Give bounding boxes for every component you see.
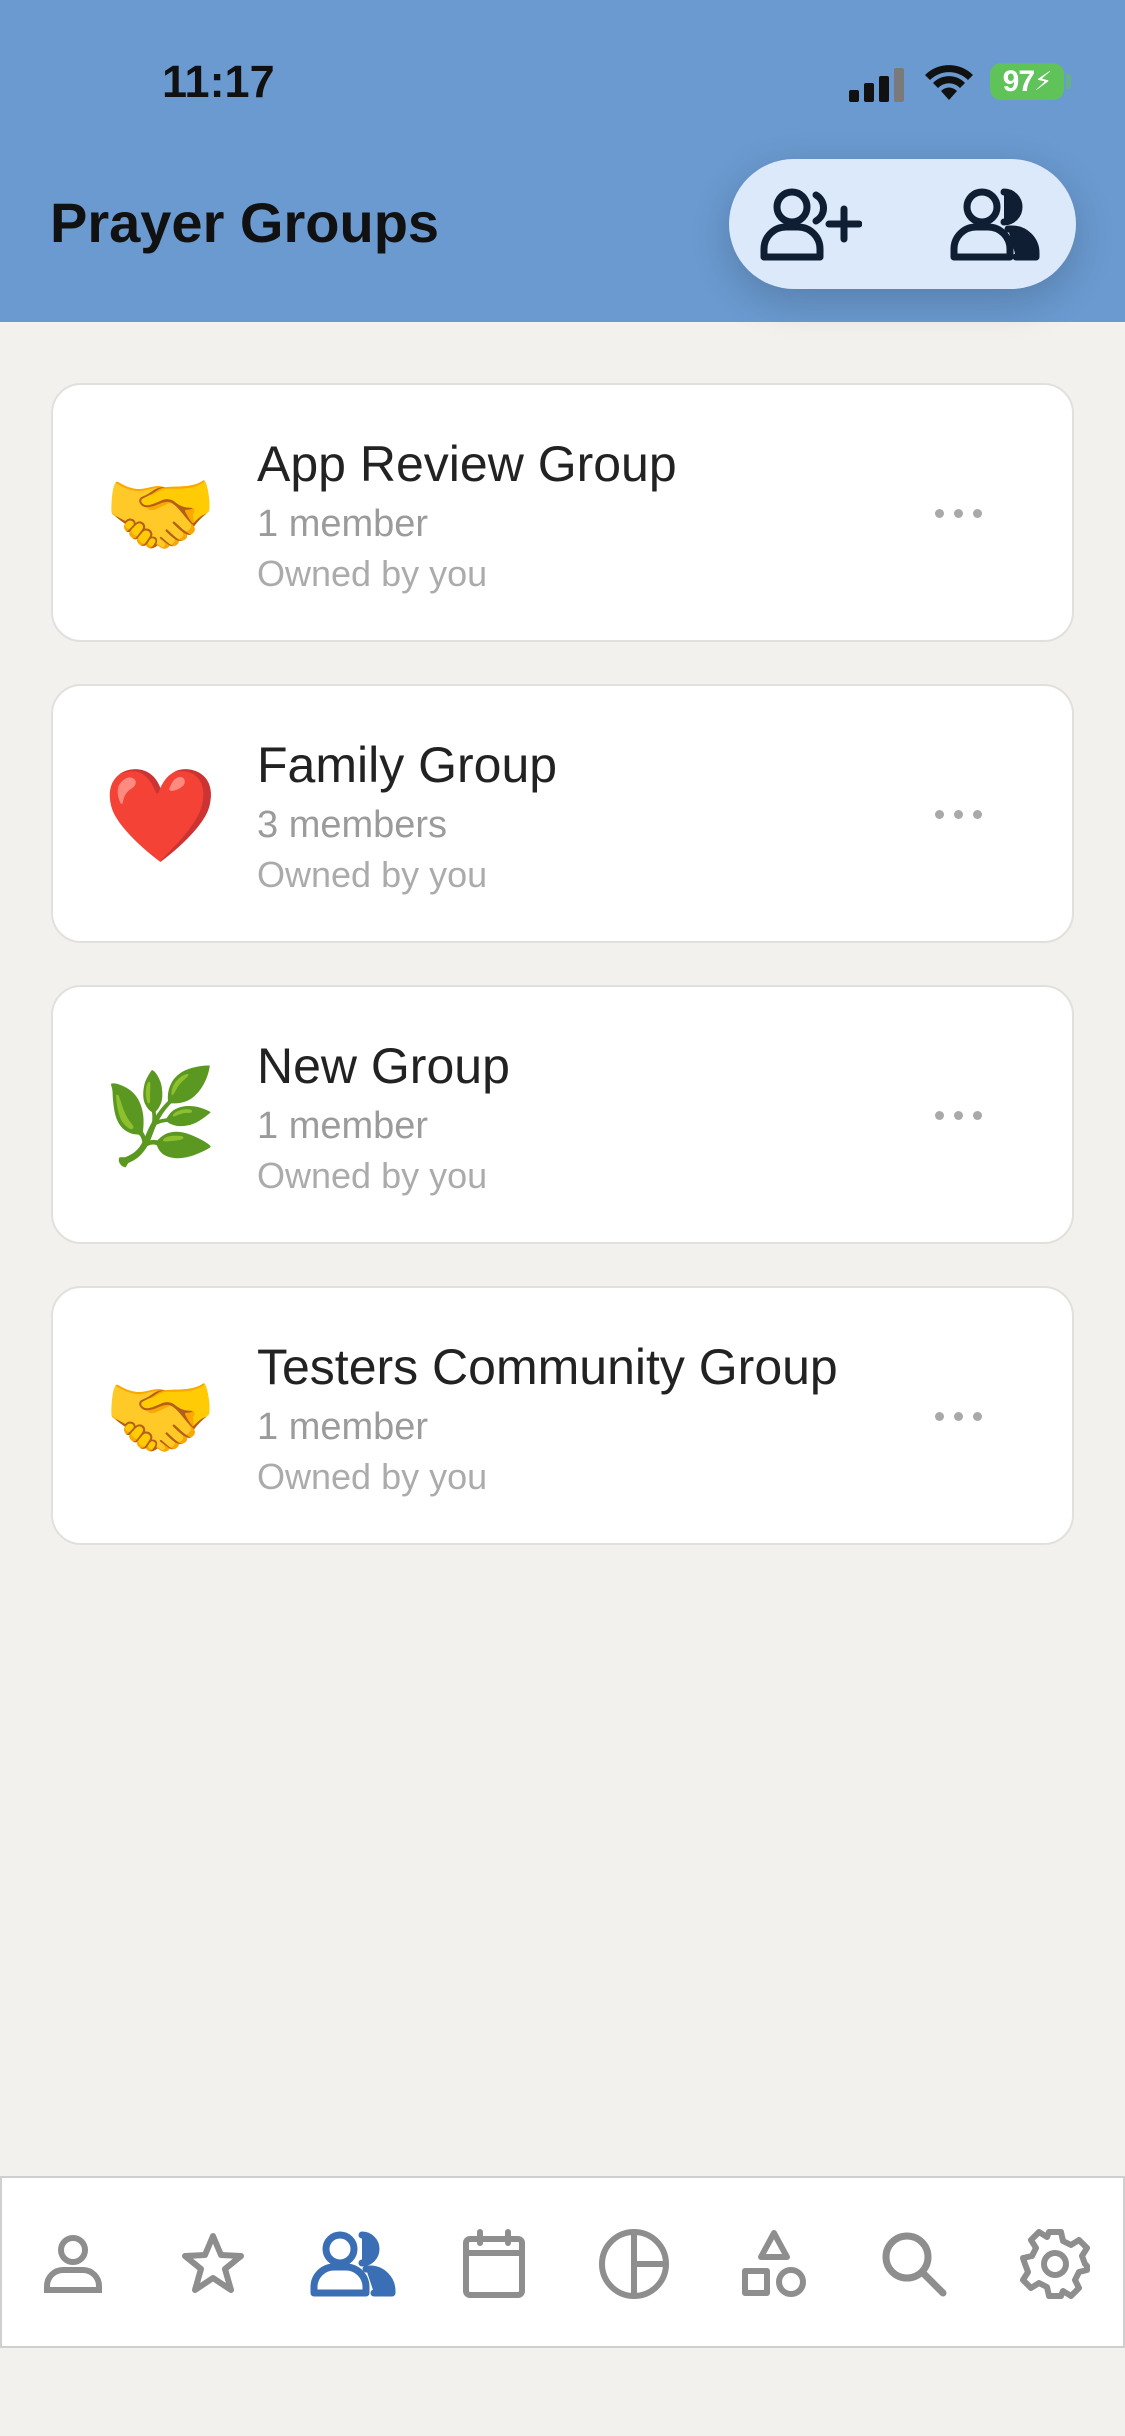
person-icon <box>44 2235 102 2293</box>
group-member-count: 1 member <box>257 1105 429 1147</box>
battery-icon: 97 ⚡ <box>990 63 1064 100</box>
group-member-count: 1 member <box>257 503 429 545</box>
ellipsis-icon <box>934 508 944 518</box>
ellipsis-dot <box>953 1411 963 1421</box>
groups-button[interactable] <box>941 181 1051 267</box>
group-card[interactable]: 🤝 App Review Group 1 member Owned by you <box>51 383 1074 642</box>
tab-profile[interactable] <box>23 2214 123 2314</box>
home-indicator-area <box>0 2348 1125 2436</box>
herb-icon: 🌿 <box>103 1066 218 1168</box>
battery-nub <box>1066 74 1071 89</box>
battery-level: 97 <box>1002 64 1035 98</box>
group-member-count: 3 members <box>257 804 448 846</box>
wifi-icon <box>925 65 973 100</box>
status-time: 11:17 <box>162 56 275 107</box>
ellipsis-dot <box>953 1110 963 1120</box>
group-name: Testers Community Group <box>257 1339 838 1395</box>
tab-search[interactable] <box>864 2214 964 2314</box>
search-icon <box>882 2232 947 2297</box>
group-card[interactable]: ❤️ Family Group 3 members Owned by you <box>51 684 1074 943</box>
group-card[interactable]: 🌿 New Group 1 member Owned by you <box>51 985 1074 1244</box>
group-owner: Owned by you <box>257 553 488 594</box>
tab-favorites[interactable] <box>163 2214 263 2314</box>
header-actions <box>729 159 1076 289</box>
ellipsis-icon <box>934 1411 944 1421</box>
tab-settings[interactable] <box>1005 2214 1105 2314</box>
people-icon <box>950 188 1040 261</box>
handshake-icon: 🤝 <box>103 1367 218 1469</box>
group-member-count: 1 member <box>257 1406 429 1448</box>
charging-bolt-icon: ⚡ <box>1034 66 1052 96</box>
add-member-button[interactable] <box>755 181 865 267</box>
group-name: New Group <box>257 1038 510 1094</box>
pie-chart-icon <box>599 2229 669 2299</box>
star-icon <box>182 2233 244 2293</box>
ellipsis-dot <box>972 809 982 819</box>
gear-icon <box>1020 2229 1090 2299</box>
group-card[interactable]: 🤝 Testers Community Group 1 member Owned… <box>51 1286 1074 1545</box>
tab-groups[interactable] <box>303 2214 403 2314</box>
ellipsis-icon <box>934 1110 944 1120</box>
ellipsis-dot <box>972 1411 982 1421</box>
tab-categories[interactable] <box>724 2214 824 2314</box>
group-owner: Owned by you <box>257 1155 488 1196</box>
page-title: Prayer Groups <box>50 191 440 254</box>
tab-stats[interactable] <box>584 2214 684 2314</box>
status-indicators: 97 ⚡ <box>725 0 1125 150</box>
ellipsis-icon <box>934 809 944 819</box>
ellipsis-dot <box>953 809 963 819</box>
group-name: App Review Group <box>257 436 677 492</box>
calendar-icon <box>463 2229 525 2298</box>
group-name: Family Group <box>257 737 558 793</box>
ellipsis-dot <box>972 1110 982 1120</box>
cellular-signal-icon <box>849 68 904 102</box>
header-bar: 11:17 97 ⚡ Prayer Groups <box>0 0 1125 322</box>
more-options-button[interactable] <box>923 1087 993 1143</box>
groups-icon <box>310 2231 396 2297</box>
heart-icon: ❤️ <box>103 765 218 867</box>
person-add-icon <box>760 188 862 261</box>
tab-bar <box>0 2176 1125 2348</box>
group-owner: Owned by you <box>257 854 488 895</box>
shapes-icon <box>742 2230 806 2297</box>
handshake-icon: 🤝 <box>103 464 218 566</box>
ellipsis-dot <box>972 508 982 518</box>
more-options-button[interactable] <box>923 786 993 842</box>
ellipsis-dot <box>953 508 963 518</box>
group-owner: Owned by you <box>257 1456 488 1497</box>
tab-calendar[interactable] <box>444 2214 544 2314</box>
more-options-button[interactable] <box>923 485 993 541</box>
more-options-button[interactable] <box>923 1388 993 1444</box>
